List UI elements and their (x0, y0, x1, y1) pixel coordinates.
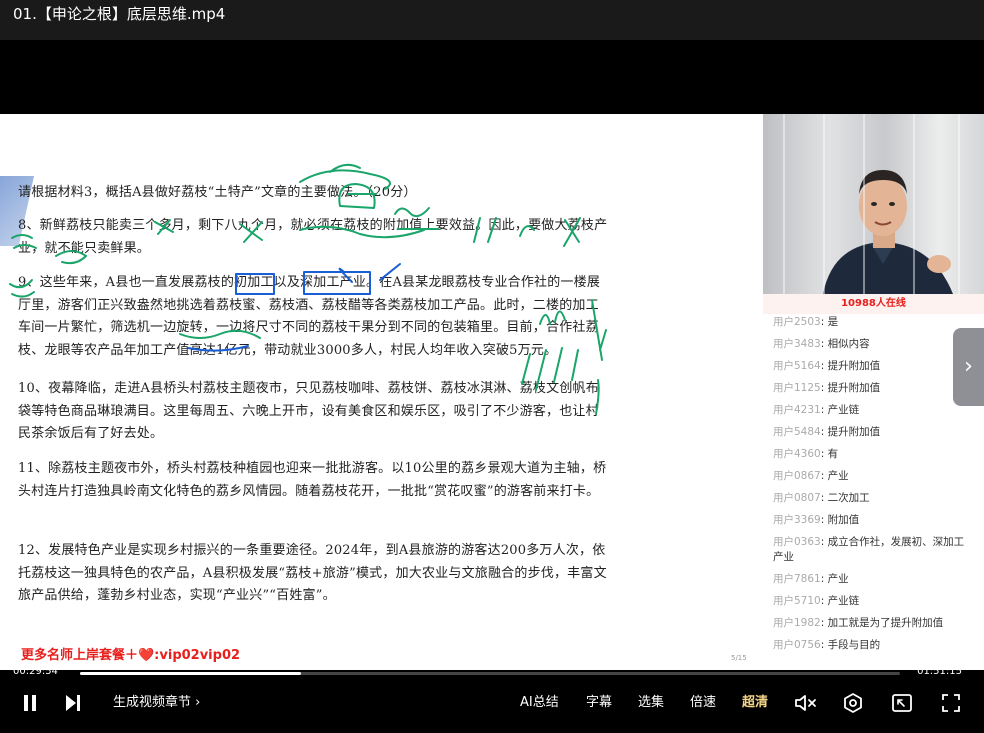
generate-chapters-label: 生成视频章节 (113, 695, 192, 710)
chat-message: 用户0363: 成立合作社，发展初、深加工产业 (773, 536, 965, 563)
chat-message: 用户0807: 二次加工 (773, 492, 870, 504)
chat-user: 用户4231 (773, 404, 821, 416)
chat-message: 用户0867: 产业 (773, 470, 849, 482)
progress-bar[interactable] (80, 672, 900, 675)
quality-button[interactable]: 超清 (742, 692, 768, 714)
chat-text: 提升附加值 (827, 382, 881, 394)
progress-fill (80, 672, 301, 675)
slide-paragraph: 11、除荔枝主题夜市外，桥头村荔枝种植园也迎来一批批游客。以10公里的荔乡景观大… (18, 461, 607, 499)
fullscreen-icon (942, 694, 960, 712)
chevron-right-icon: › (195, 695, 201, 710)
next-icon (66, 695, 80, 711)
chat-user: 用户0867 (773, 470, 821, 482)
chat-message: 用户5164: 提升附加值 (773, 360, 881, 372)
video-title: 01.【申论之根】底层思维.mp4 (0, 0, 984, 40)
chat-text: 有 (827, 448, 839, 460)
mute-button[interactable] (794, 692, 818, 714)
slide-paragraph: 9、这些年来，A县也一直发展荔枝的初加工以及深加工产业。在A县某龙眼荔枝专业合作… (18, 275, 601, 358)
total-time: 01:51:15 (917, 666, 962, 677)
chat-panel[interactable]: 用户2503: 是 用户3483: 相似内容 用户5164: 提升附加值 用户1… (763, 314, 984, 670)
chat-user: 用户2503 (773, 316, 821, 328)
chat-user: 用户5164 (773, 360, 821, 372)
online-count: 10988人在线 (763, 294, 984, 314)
chat-text: 手段与目的 (827, 639, 881, 651)
chat-message: 用户0756: 手段与目的 (773, 639, 881, 651)
slide-paragraph: 10、夜幕降临，走进A县桥头村荔枝主题夜市，只见荔枝咖啡、荔枝饼、荔枝冰淇淋、荔… (18, 381, 599, 441)
chat-user: 用户0756 (773, 639, 821, 651)
speed-button[interactable]: 倍速 (690, 692, 716, 714)
subtitles-button[interactable]: 字幕 (586, 692, 612, 714)
chat-text: 相似内容 (827, 338, 870, 350)
chat-message: 用户1982: 加工就是为了提升附加值 (773, 617, 944, 629)
teacher-webcam (763, 114, 984, 294)
chat-user: 用户1125 (773, 382, 821, 394)
episodes-button[interactable]: 选集 (638, 692, 664, 714)
next-button[interactable] (64, 692, 82, 714)
chat-user: 用户1982 (773, 617, 821, 629)
settings-icon (844, 693, 862, 713)
chat-user: 用户7861 (773, 573, 821, 585)
chat-text: 提升附加值 (827, 426, 881, 438)
settings-button[interactable] (842, 692, 864, 714)
chat-user: 用户5710 (773, 595, 821, 607)
expand-panel-button[interactable]: › (953, 328, 984, 406)
chat-text: 二次加工 (827, 492, 870, 504)
slide-question: 请根据材料3，概括A县做好荔枝“土特产”文章的主要做法。（20分） (18, 185, 417, 200)
current-time: 00:29:54 (13, 666, 58, 677)
promo-text: 更多名师上岸套餐＋❤️:vip02vip02 (21, 648, 241, 663)
chat-text: 产业链 (827, 595, 860, 607)
generate-chapters-button[interactable]: 生成视频章节 › (113, 692, 200, 714)
background-blind (863, 114, 865, 294)
video-area[interactable]: 请根据材料3，概括A县做好荔枝“土特产”文章的主要做法。（20分） 8、新鲜荔枝… (0, 40, 984, 670)
chat-message: 用户5710: 产业链 (773, 595, 860, 607)
chat-text: 加工就是为了提升附加值 (827, 617, 944, 629)
slide-paragraph: 12、发展特色产业是实现乡村振兴的一条重要途径。2024年，到A县旅游的游客达2… (18, 543, 607, 603)
chat-message: 用户1125: 提升附加值 (773, 382, 881, 394)
background-blind (823, 114, 825, 294)
chat-message: 用户7861: 产业 (773, 573, 849, 585)
teacher-hand (927, 255, 951, 273)
chevron-right-icon: › (964, 354, 973, 379)
chat-user: 用户0363 (773, 536, 821, 548)
chat-message: 用户5484: 提升附加值 (773, 426, 881, 438)
chat-message: 用户3483: 相似内容 (773, 338, 870, 350)
chat-text: 产业 (827, 470, 849, 482)
chat-text: 提升附加值 (827, 360, 881, 372)
picture-in-picture-button[interactable] (891, 692, 913, 714)
picture-in-picture-icon (892, 694, 912, 712)
chat-message: 用户4360: 有 (773, 448, 839, 460)
player-controls: 00:29:54 01:51:15 生成视频章节 › AI总结 字幕 选集 倍速… (0, 666, 984, 733)
background-blind (783, 114, 785, 294)
chat-message: 用户3369: 附加值 (773, 514, 860, 526)
teacher-eye (889, 202, 895, 206)
chat-user: 用户3483 (773, 338, 821, 350)
pause-icon (24, 695, 36, 711)
pause-button[interactable] (22, 692, 38, 714)
mute-icon (795, 695, 816, 711)
chat-text: 是 (827, 316, 839, 328)
chat-text: 产业 (827, 573, 849, 585)
teacher-eye (871, 202, 877, 206)
chat-message: 用户2503: 是 (773, 316, 839, 328)
chat-message: 用户4231: 产业链 (773, 404, 860, 416)
background-blind (958, 114, 960, 294)
chat-user: 用户5484 (773, 426, 821, 438)
slide-paragraph: 8、新鲜荔枝只能卖三个多月，剩下八九个月，就必须在荔枝的附加值上要效益。因此，要… (18, 218, 608, 256)
chat-user: 用户4360 (773, 448, 821, 460)
slide-page-number: 5/15 (731, 654, 747, 662)
teacher-figure (823, 170, 953, 294)
fullscreen-button[interactable] (940, 692, 962, 714)
chat-text: 附加值 (827, 514, 860, 526)
chat-user: 用户3369 (773, 514, 821, 526)
chat-text: 产业链 (827, 404, 860, 416)
teacher-face (859, 176, 907, 236)
chat-user: 用户0807 (773, 492, 821, 504)
background-blind (913, 114, 915, 294)
ai-summary-button[interactable]: AI总结 (520, 692, 559, 714)
lecture-slide: 请根据材料3，概括A县做好荔枝“土特产”文章的主要做法。（20分） 8、新鲜荔枝… (0, 114, 763, 670)
